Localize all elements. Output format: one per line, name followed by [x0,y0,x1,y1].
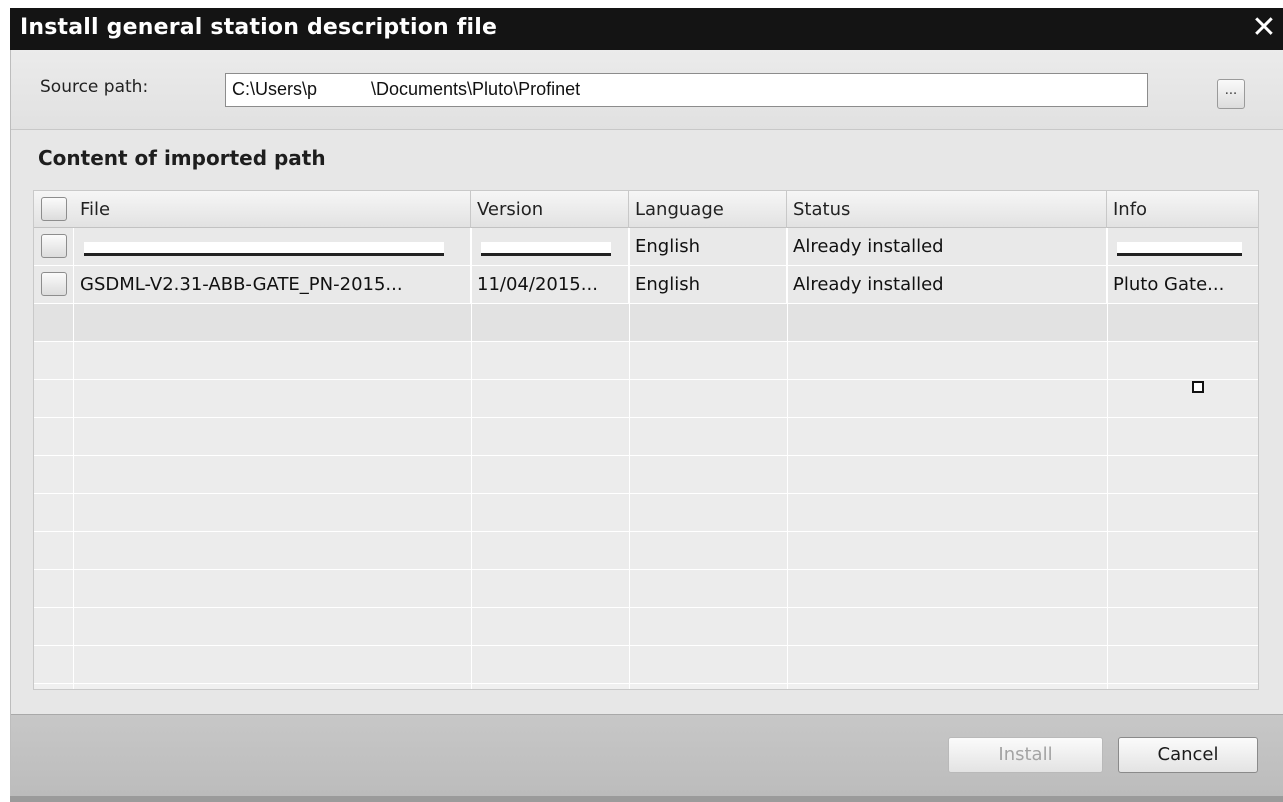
empty-row [34,494,1258,532]
file-cell: GSDML-V2.31-ABB-GATE_PN-2015... [74,266,471,304]
empty-row [34,646,1258,684]
language-cell: English [629,266,787,304]
grid-divider [73,228,74,689]
dialog-footer: Install Cancel [11,714,1283,796]
empty-row [34,456,1258,494]
redacted-text [481,242,611,256]
status-cell: Already installed [787,266,1107,304]
grid-divider [787,228,788,689]
info-placeholder-square [1192,381,1204,393]
language-cell: English [629,228,787,266]
grid-divider [629,228,630,689]
file-cell [74,228,471,266]
empty-row [34,608,1258,646]
grid-divider [1107,228,1108,689]
title-bar: Install general station description file… [10,8,1283,50]
column-info[interactable]: Info [1107,191,1258,228]
column-language[interactable]: Language [629,191,787,228]
install-gsd-dialog: Install general station description file… [0,0,1283,802]
column-status[interactable]: Status [787,191,1107,228]
redacted-text [84,242,444,256]
cancel-button[interactable]: Cancel [1118,737,1258,773]
version-cell [471,228,629,266]
column-file[interactable]: File [74,191,471,228]
empty-row [34,304,1258,342]
source-path-label: Source path: [40,77,149,97]
browse-button[interactable]: ... [1217,79,1245,109]
dialog-content: Source path: C:\Users\p \Documents\Pluto… [10,50,1283,796]
source-path-area: Source path: C:\Users\p \Documents\Pluto… [11,50,1283,130]
close-icon[interactable]: ✕ [1249,12,1279,44]
row-checkbox[interactable] [41,272,67,296]
table-row[interactable]: English Already installed [34,228,1258,266]
empty-row [34,418,1258,456]
source-path-input[interactable]: C:\Users\p \Documents\Pluto\Profinet [225,73,1148,107]
import-table: File Version Language Status Info Englis… [33,190,1259,690]
section-title: Content of imported path [38,146,326,170]
row-checkbox[interactable] [41,234,67,258]
grid-divider [471,228,472,689]
empty-row [34,380,1258,418]
table-row[interactable]: GSDML-V2.31-ABB-GATE_PN-2015... 11/04/20… [34,266,1258,304]
empty-row [34,342,1258,380]
info-cell: Pluto Gate... [1113,274,1225,295]
empty-row [34,532,1258,570]
redacted-text [1117,242,1242,256]
column-version[interactable]: Version [471,191,629,228]
table-header: File Version Language Status Info [34,191,1258,228]
empty-row [34,570,1258,608]
info-cell [1107,228,1258,266]
status-cell: Already installed [787,228,1107,266]
version-cell: 11/04/2015... [471,266,629,304]
select-all-checkbox[interactable] [41,197,67,221]
window-bottom-edge [10,796,1283,802]
install-button[interactable]: Install [948,737,1103,773]
dialog-title: Install general station description file [20,15,498,40]
